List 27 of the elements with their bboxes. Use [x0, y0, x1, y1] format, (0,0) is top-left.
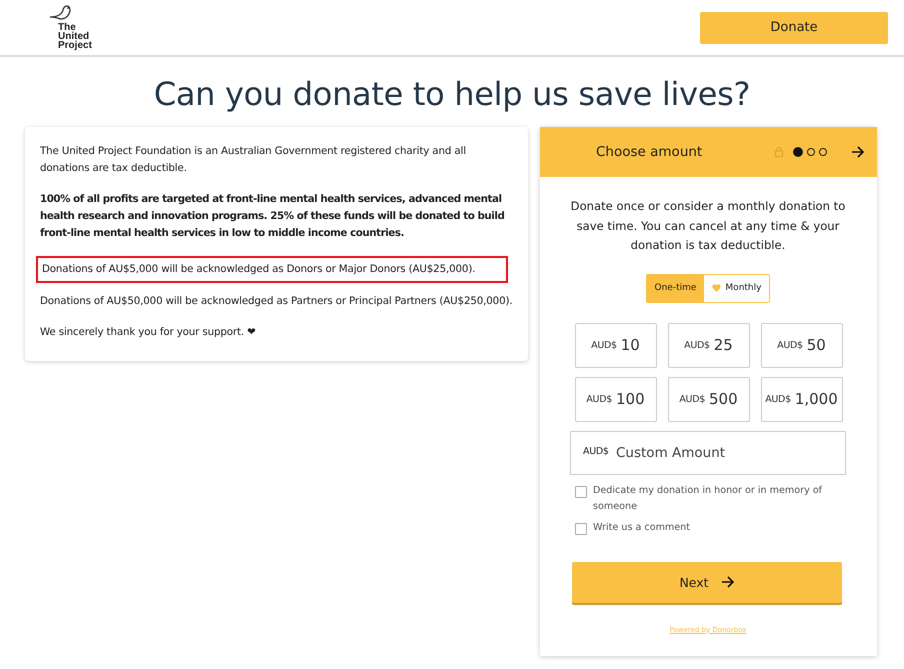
lock-icon	[775, 147, 783, 157]
checkbox-label: Dedicate my donation in honor or in memory of someone	[593, 484, 824, 514]
arrow-right-icon[interactable]	[851, 146, 865, 158]
amount-button[interactable]: AUD$ 500	[668, 376, 750, 422]
currency-label: AUD$	[583, 446, 609, 456]
form-title: Choose amount	[596, 144, 704, 160]
paragraph: The United Project Foundation is an Australian Government registered charity and all donations are tax deductible.	[40, 144, 467, 176]
donate-button[interactable]: Donate	[700, 12, 888, 44]
amount-button[interactable]: AUD$ 100	[574, 376, 656, 422]
heart-icon	[712, 284, 722, 292]
intro-text: Donate once or consider a monthly donation to save time. You can cancel at any time & your donation is tax deductible.	[570, 198, 846, 254]
amount-button[interactable]: AUD$ 10	[574, 322, 656, 368]
checkbox[interactable]	[575, 486, 587, 498]
paragraph: 100% of all profits are targeted at front-line mental health services, advanced mental health research and innovation programs. 25% of these funds will be donated to build front-line mental health services in low to middle income countries.	[40, 192, 506, 241]
paragraph: We sincerely thank you for your support. ❤	[40, 325, 257, 340]
amount-button[interactable]: AUD$ 50	[760, 322, 842, 368]
next-button[interactable]: Next	[572, 562, 842, 602]
page-title: Can you donate to help us save lives?	[152, 75, 752, 113]
logo-text[interactable]: The United Project	[58, 23, 102, 50]
checkbox-label: Write us a comment	[593, 520, 692, 534]
highlighted-paragraph: Donations of AU$5,000 will be acknowledged as Donors or Major Donors (AU$25,000).	[36, 256, 508, 283]
amount-button[interactable]: AUD$ 25	[668, 322, 750, 368]
paragraph: Donations of AU$50,000 will be acknowledged as Partners or Principal Partners (AU$250,000).	[40, 294, 514, 309]
amount-button[interactable]: AUD$ 1,000	[760, 376, 842, 422]
arrow-right-icon	[720, 576, 735, 588]
checkbox[interactable]	[575, 522, 587, 534]
frequency-tab[interactable]: One-time	[646, 274, 704, 302]
